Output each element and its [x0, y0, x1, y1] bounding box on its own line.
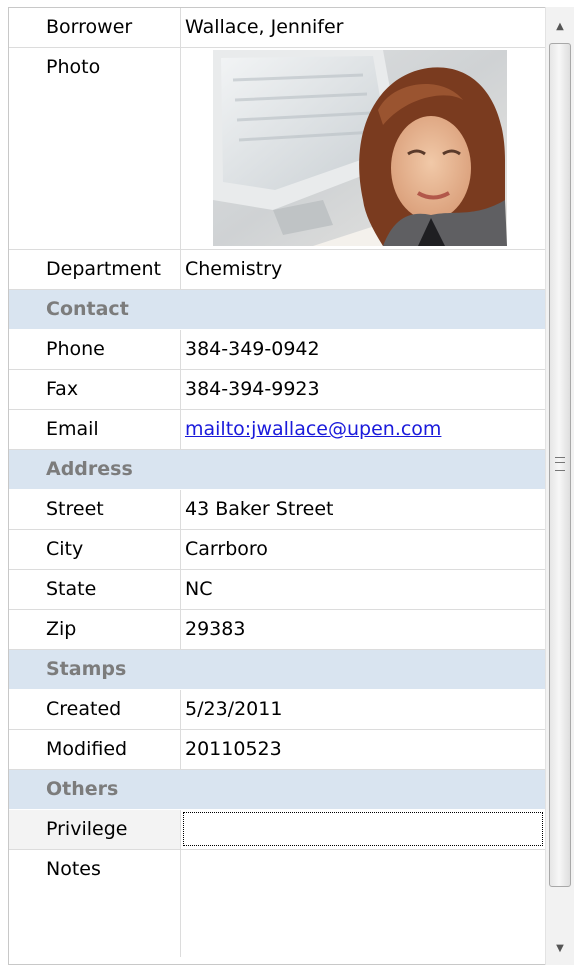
property-row-privilege[interactable]: Privilege	[9, 810, 545, 850]
property-row-borrower[interactable]: Borrower Wallace, Jennifer	[9, 8, 545, 48]
property-label: Created	[9, 690, 181, 729]
property-value[interactable]: 384-394-9923	[181, 370, 545, 409]
property-value[interactable]: Chemistry	[181, 250, 545, 289]
property-row-city[interactable]: City Carrboro	[9, 530, 545, 570]
property-row-email[interactable]: Email mailto:jwallace@upen.com	[9, 410, 545, 450]
scroll-thumb[interactable]	[549, 43, 571, 887]
property-value[interactable]: Carrboro	[181, 530, 545, 569]
property-row-state[interactable]: State NC	[9, 570, 545, 610]
property-row-zip[interactable]: Zip 29383	[9, 610, 545, 650]
property-label: State	[9, 570, 181, 609]
property-row-photo[interactable]: Photo	[9, 48, 545, 250]
property-label: Borrower	[9, 8, 181, 47]
property-label: Privilege	[9, 810, 181, 849]
scroll-grip-icon	[555, 457, 565, 471]
property-value[interactable]: 43 Baker Street	[181, 490, 545, 529]
privilege-editor[interactable]	[183, 812, 543, 846]
property-label: Department	[9, 250, 181, 289]
category-header-contact[interactable]: Contact	[9, 290, 545, 330]
scroll-down-arrow-icon[interactable]: ▼	[546, 937, 574, 959]
email-link[interactable]: mailto:jwallace@upen.com	[185, 418, 441, 440]
category-header-others[interactable]: Others	[9, 770, 545, 810]
property-value[interactable]: mailto:jwallace@upen.com	[181, 410, 545, 449]
property-value[interactable]: 5/23/2011	[181, 690, 545, 729]
property-row-department[interactable]: Department Chemistry	[9, 250, 545, 290]
property-label: Photo	[9, 48, 181, 249]
vertical-scrollbar[interactable]: ▲ ▼	[545, 7, 574, 965]
property-row-phone[interactable]: Phone 384-349-0942	[9, 330, 545, 370]
property-value[interactable]	[181, 810, 545, 849]
property-value[interactable]: 20110523	[181, 730, 545, 769]
property-row-street[interactable]: Street 43 Baker Street	[9, 490, 545, 530]
property-label: City	[9, 530, 181, 569]
property-label: Phone	[9, 330, 181, 369]
property-label: Email	[9, 410, 181, 449]
property-label: Modified	[9, 730, 181, 769]
property-value[interactable]: Wallace, Jennifer	[181, 8, 545, 47]
property-grid: Borrower Wallace, Jennifer Photo Departm…	[8, 7, 545, 965]
property-value[interactable]: 384-349-0942	[181, 330, 545, 369]
category-header-address[interactable]: Address	[9, 450, 545, 490]
property-value[interactable]	[181, 850, 545, 957]
property-row-modified[interactable]: Modified 20110523	[9, 730, 545, 770]
property-label: Street	[9, 490, 181, 529]
property-row-notes[interactable]: Notes	[9, 850, 545, 957]
category-header-stamps[interactable]: Stamps	[9, 650, 545, 690]
property-value[interactable]	[181, 48, 545, 249]
property-label: Zip	[9, 610, 181, 649]
scroll-up-arrow-icon[interactable]: ▲	[546, 15, 574, 37]
property-label: Notes	[9, 850, 181, 957]
property-value[interactable]: 29383	[181, 610, 545, 649]
property-row-created[interactable]: Created 5/23/2011	[9, 690, 545, 730]
property-label: Fax	[9, 370, 181, 409]
property-value[interactable]: NC	[181, 570, 545, 609]
borrower-photo	[213, 50, 507, 246]
property-row-fax[interactable]: Fax 384-394-9923	[9, 370, 545, 410]
